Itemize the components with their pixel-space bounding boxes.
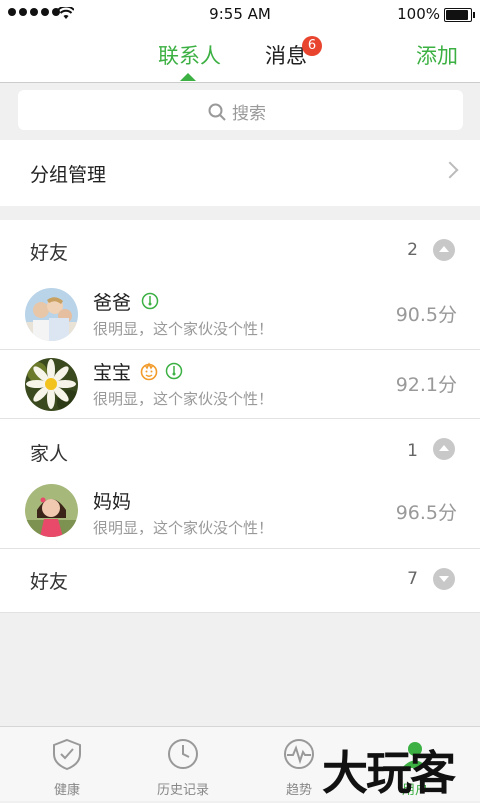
contact-row-baby[interactable]: 宝宝 很明显，这个家伙没个性！ 92.1分 xyxy=(0,350,480,418)
status-bar: 9:55 AM 100% xyxy=(0,0,480,28)
search-input[interactable]: 搜索 xyxy=(18,90,463,130)
contact-name: 宝宝 xyxy=(93,362,132,384)
contact-score: 90.5分 xyxy=(395,304,457,326)
avatar xyxy=(25,358,78,411)
tab-messages[interactable]: 消息 xyxy=(265,40,307,70)
gauge-icon xyxy=(165,362,183,380)
group-count: 7 xyxy=(407,569,418,589)
search-area: 搜索 xyxy=(0,83,480,138)
pulse-icon xyxy=(284,739,314,769)
group-name: 家人 xyxy=(30,443,69,465)
contact-row-mom[interactable]: 妈妈 很明显，这个家伙没个性！ 96.5分 xyxy=(0,477,480,548)
shield-icon xyxy=(53,738,81,771)
tab-label: 健康 xyxy=(53,783,80,798)
add-button[interactable]: 添加 xyxy=(416,40,458,70)
group-header-friends[interactable]: 好友 2 xyxy=(0,220,480,280)
group-manage-label: 分组管理 xyxy=(30,164,107,186)
contact-score: 92.1分 xyxy=(395,374,457,396)
contact-name: 妈妈 xyxy=(93,491,132,513)
avatar xyxy=(25,484,78,537)
message-badge: 6 xyxy=(302,36,322,56)
top-nav: 联系人 消息 6 添加 xyxy=(0,28,480,83)
contact-status: 很明显，这个家伙没个性！ xyxy=(93,390,274,408)
watermark-logo: 大玩客 xyxy=(322,746,456,800)
group-count: 1 xyxy=(407,441,418,461)
contact-list: 好友 2 爸爸 很明显，这个家伙没个性！ 90.5分 宝宝 很明显，这个家伙没个… xyxy=(0,220,480,613)
group-header-family[interactable]: 家人 1 xyxy=(0,419,480,477)
active-tab-indicator xyxy=(180,73,196,81)
group-name: 好友 xyxy=(30,242,69,264)
group-header-friends-collapsed[interactable]: 好友 7 xyxy=(0,549,480,609)
group-name: 好友 xyxy=(30,571,69,593)
chevron-right-icon xyxy=(441,161,459,179)
clock-icon xyxy=(168,739,198,769)
divider xyxy=(0,612,480,613)
gauge-icon xyxy=(141,292,159,310)
tab-history[interactable]: 历史记录 xyxy=(138,737,228,798)
group-count: 2 xyxy=(407,240,418,260)
tab-label: 历史记录 xyxy=(156,783,209,798)
collapse-icon[interactable] xyxy=(433,438,455,460)
group-manage-row[interactable]: 分组管理 xyxy=(0,140,480,206)
tab-contacts[interactable]: 联系人 xyxy=(158,40,221,70)
contact-status: 很明显，这个家伙没个性！ xyxy=(93,320,274,338)
contact-name: 爸爸 xyxy=(93,292,132,314)
tab-health[interactable]: 健康 xyxy=(22,737,112,798)
baby-icon xyxy=(140,362,158,381)
contact-status: 很明显，这个家伙没个性！ xyxy=(93,519,274,537)
bottom-nav: 健康 历史记录 趋势 用户 大玩客 xyxy=(0,726,480,801)
avatar xyxy=(25,288,78,341)
search-icon xyxy=(208,103,226,121)
contact-score: 96.5分 xyxy=(395,502,457,524)
contact-row-dad[interactable]: 爸爸 很明显，这个家伙没个性！ 90.5分 xyxy=(0,280,480,348)
battery-percent: 100% xyxy=(397,5,440,23)
search-placeholder: 搜索 xyxy=(232,104,266,124)
battery-icon xyxy=(444,8,475,22)
collapse-icon[interactable] xyxy=(433,239,455,261)
expand-icon[interactable] xyxy=(433,568,455,590)
